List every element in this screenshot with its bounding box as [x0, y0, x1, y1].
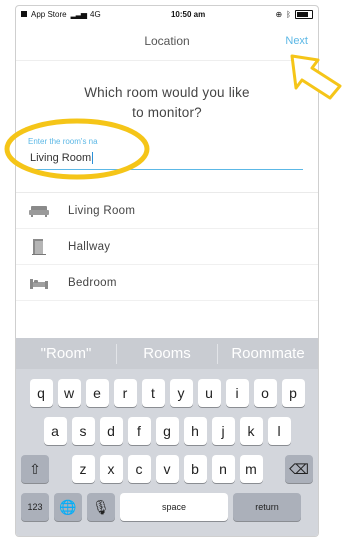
status-time: 10:50 am — [170, 9, 206, 19]
key[interactable]: y — [169, 379, 193, 407]
key[interactable]: z — [71, 455, 95, 483]
key[interactable]: b — [183, 455, 207, 483]
carrier-label: App Store — [31, 9, 67, 19]
sofa-icon — [28, 205, 50, 217]
key[interactable]: q — [29, 379, 53, 407]
suggestion-label: Hallway — [68, 240, 111, 253]
battery-icon — [294, 9, 313, 19]
next-button[interactable]: Next — [285, 22, 308, 60]
suggestion-label: Living Room — [68, 204, 136, 217]
text-caret — [92, 152, 94, 165]
keyboard: "Room" Rooms Roommate q w e r t y u i o … — [16, 338, 318, 536]
suggestion-hallway[interactable]: Hallway — [16, 229, 318, 266]
lock-icon: ⊕ — [275, 9, 283, 19]
phone-screen: App Store ▂▃▅ 4G 10:50 am ⊕ ᛒ Location N… — [15, 5, 319, 537]
key-row-3: ⇧ z x c v b n m ⌫ — [16, 455, 318, 483]
door-icon — [28, 238, 50, 255]
key[interactable]: a — [43, 417, 67, 445]
return-key[interactable]: return — [233, 493, 301, 521]
shift-icon: ⇧ — [29, 460, 41, 477]
key[interactable]: h — [183, 417, 207, 445]
bluetooth-icon: ᛒ — [286, 9, 291, 19]
globe-key[interactable]: 🌐 — [54, 493, 82, 521]
question-line-1: Which room would you like — [84, 85, 250, 100]
key-row-3-letters: z x c v b n m — [71, 455, 263, 483]
suggestion-bedroom[interactable]: Bedroom — [16, 265, 318, 302]
nav-bar: Location Next — [16, 22, 318, 61]
back-app-icon — [21, 11, 27, 17]
backspace-key[interactable]: ⌫ — [285, 455, 313, 483]
key[interactable]: t — [141, 379, 165, 407]
key[interactable]: d — [99, 417, 123, 445]
question-line-2: to monitor? — [132, 105, 202, 120]
suggestion-label: Bedroom — [68, 276, 117, 289]
key[interactable]: g — [155, 417, 179, 445]
key[interactable]: c — [127, 455, 151, 483]
prediction-3[interactable]: Roommate — [218, 345, 318, 362]
prediction-2[interactable]: Rooms — [117, 345, 217, 362]
key[interactable]: n — [211, 455, 235, 483]
globe-icon: 🌐 — [59, 498, 77, 515]
key[interactable]: l — [267, 417, 291, 445]
backspace-icon: ⌫ — [289, 460, 309, 477]
microphone-icon: 🎙 — [92, 498, 110, 515]
key[interactable]: p — [281, 379, 305, 407]
key[interactable]: k — [239, 417, 263, 445]
key[interactable]: f — [127, 417, 151, 445]
space-key[interactable]: space — [120, 493, 228, 521]
room-name-input[interactable]: Living Room — [28, 146, 303, 171]
signal-icon: ▂▃▅ — [70, 9, 88, 19]
key[interactable]: j — [211, 417, 235, 445]
key[interactable]: e — [85, 379, 109, 407]
room-suggestions: Living Room Hallway Bedroom — [16, 192, 318, 302]
predictive-bar: "Room" Rooms Roommate — [16, 338, 318, 369]
key[interactable]: o — [253, 379, 277, 407]
room-name-field[interactable]: Enter the room's na Living Room — [28, 137, 303, 171]
status-bar: App Store ▂▃▅ 4G 10:50 am ⊕ ᛒ — [16, 6, 318, 22]
key[interactable]: w — [57, 379, 81, 407]
dictation-key[interactable]: 🎙 — [87, 493, 115, 521]
key[interactable]: u — [197, 379, 221, 407]
key-row-1: q w e r t y u i o p — [16, 379, 318, 407]
key-row-4: 123 🌐 🎙 space return — [16, 493, 318, 521]
page-title: Location — [144, 34, 190, 48]
numbers-key[interactable]: 123 — [21, 493, 49, 521]
suggestion-living-room[interactable]: Living Room — [16, 193, 318, 230]
prediction-1[interactable]: "Room" — [16, 345, 116, 362]
key[interactable]: v — [155, 455, 179, 483]
key-row-2: a s d f g h j k l — [16, 417, 318, 445]
key[interactable]: x — [99, 455, 123, 483]
key[interactable]: r — [113, 379, 137, 407]
room-question: Which room would you like to monitor? — [16, 83, 318, 123]
key[interactable]: s — [71, 417, 95, 445]
bed-icon — [28, 277, 50, 289]
shift-key[interactable]: ⇧ — [21, 455, 49, 483]
room-name-label: Enter the room's na — [28, 137, 98, 146]
key[interactable]: m — [239, 455, 263, 483]
room-name-value: Living Room — [30, 152, 92, 164]
network-label: 4G — [90, 9, 101, 19]
key[interactable]: i — [225, 379, 249, 407]
